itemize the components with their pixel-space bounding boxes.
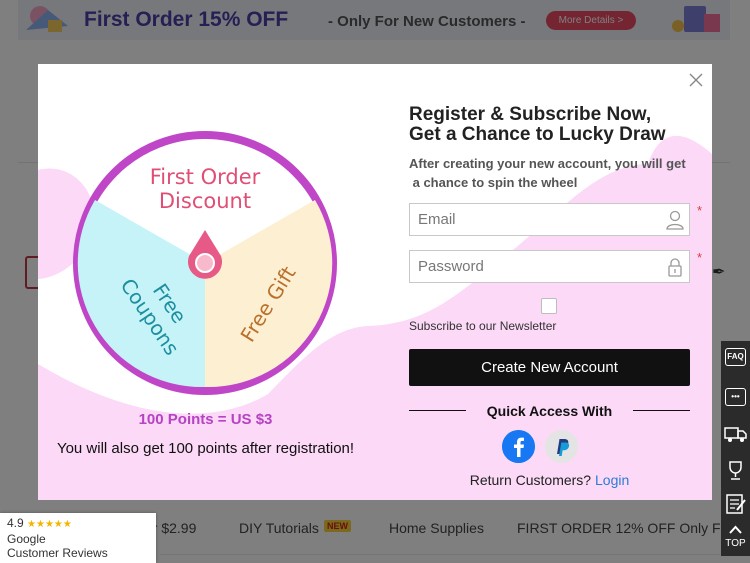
register-description: After creating your new account, you wil… xyxy=(409,154,686,192)
return-customers-text: Return Customers? xyxy=(469,472,592,488)
chat-dots: ••• xyxy=(725,388,746,406)
register-description-line: After creating your new account, you wil… xyxy=(409,156,686,171)
close-icon[interactable] xyxy=(686,70,706,90)
required-mark: * xyxy=(697,250,703,265)
user-icon xyxy=(666,210,684,230)
side-toolbar: FAQ ••• TOP xyxy=(721,341,750,556)
return-customers-row: Return Customers? Login xyxy=(409,472,690,488)
chat-icon[interactable]: ••• xyxy=(723,385,748,411)
required-mark: * xyxy=(697,203,703,218)
rating-stars-icon: ★★★★★ xyxy=(27,519,72,530)
lock-icon xyxy=(668,258,682,277)
google-reviews-label: Customer Reviews xyxy=(7,546,108,560)
newsletter-checkbox[interactable] xyxy=(541,298,557,314)
register-modal: First Order Discount Free Coupons Free G… xyxy=(38,64,712,500)
login-link[interactable]: Login xyxy=(595,472,629,488)
quick-access-title: Quick Access With xyxy=(486,403,613,419)
back-to-top-button[interactable]: TOP xyxy=(723,522,748,554)
wheel-label-discount-2: Discount xyxy=(159,189,251,213)
lucky-wheel: First Order Discount Free Coupons Free G… xyxy=(73,131,337,395)
email-input[interactable] xyxy=(410,204,655,235)
password-input[interactable] xyxy=(410,251,655,282)
faq-label: FAQ xyxy=(725,348,746,366)
email-field[interactable] xyxy=(409,203,690,236)
points-title: 100 Points = US $3 xyxy=(138,411,273,428)
register-title-2: Get a Chance to Lucky Draw xyxy=(409,124,666,145)
faq-icon[interactable]: FAQ xyxy=(723,345,748,371)
note-icon[interactable] xyxy=(723,491,748,517)
google-brand: Google xyxy=(7,532,46,546)
register-title: Register & Subscribe Now, xyxy=(409,104,652,125)
google-reviews-badge[interactable]: 4.9 ★★★★★ Google Customer Reviews xyxy=(0,513,156,563)
newsletter-label: Subscribe to our Newsletter xyxy=(409,319,557,333)
truck-icon[interactable] xyxy=(723,421,748,447)
chevron-up-icon xyxy=(729,525,742,534)
create-account-button[interactable]: Create New Account xyxy=(409,349,690,386)
points-note: You will also get 100 points after regis… xyxy=(56,440,355,457)
divider-right xyxy=(633,410,690,411)
facebook-icon[interactable] xyxy=(502,430,535,463)
wheel-label-discount: First Order xyxy=(150,165,261,189)
google-rating: 4.9 xyxy=(7,516,24,530)
trophy-icon[interactable] xyxy=(723,457,748,483)
register-description-line: a chance to spin the wheel xyxy=(409,175,578,190)
google-rating-row: 4.9 ★★★★★ xyxy=(7,516,156,532)
password-field[interactable] xyxy=(409,250,690,283)
top-label: TOP xyxy=(725,538,746,549)
paypal-icon[interactable] xyxy=(545,430,578,463)
